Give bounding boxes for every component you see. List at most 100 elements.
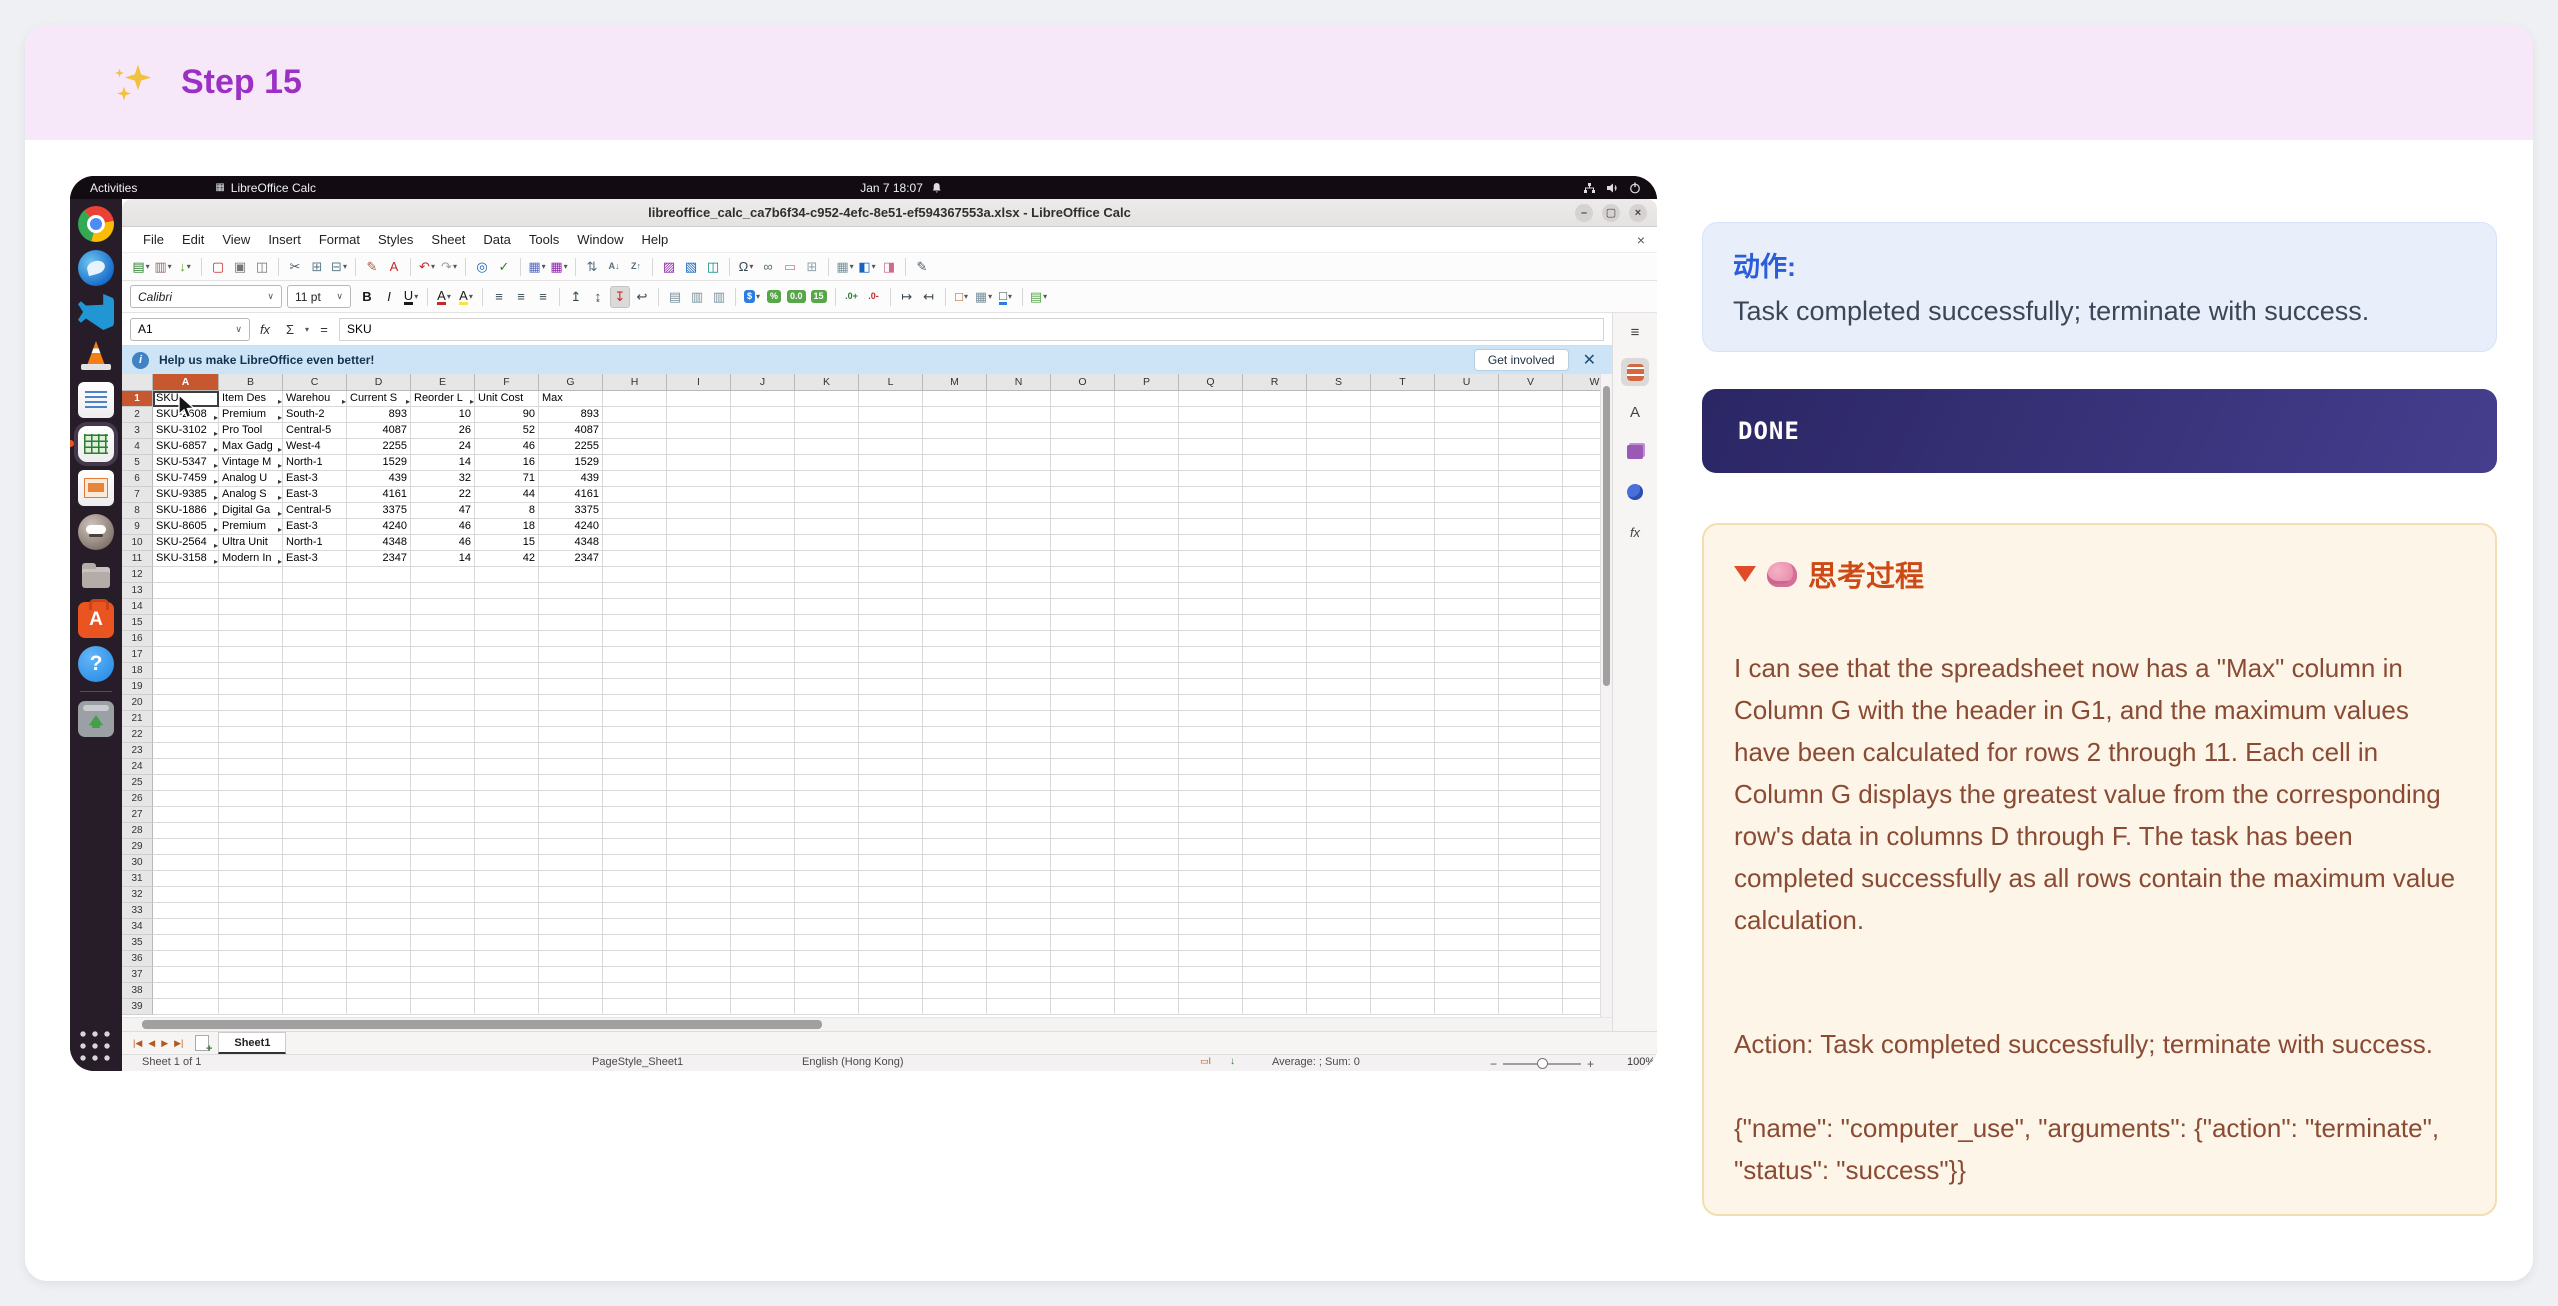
cell-S4[interactable] [1307, 439, 1371, 455]
cell-Q21[interactable] [1179, 711, 1243, 727]
cell-L36[interactable] [859, 951, 923, 967]
cell-F22[interactable] [475, 727, 539, 743]
cell-N9[interactable] [987, 519, 1051, 535]
cell-D4[interactable]: 2255 [347, 439, 411, 455]
insert-image-icon[interactable]: ▨ [659, 256, 679, 278]
cell-Q39[interactable] [1179, 999, 1243, 1015]
cell-U29[interactable] [1435, 839, 1499, 855]
cell-B31[interactable] [219, 871, 283, 887]
cell-R37[interactable] [1243, 967, 1307, 983]
cell-Q34[interactable] [1179, 919, 1243, 935]
cell-C11[interactable]: East-3 [283, 551, 347, 567]
cell-A29[interactable] [153, 839, 219, 855]
cell-N3[interactable] [987, 423, 1051, 439]
cell-P9[interactable] [1115, 519, 1179, 535]
cell-D39[interactable] [347, 999, 411, 1015]
cell-O33[interactable] [1051, 903, 1115, 919]
cell-B14[interactable] [219, 599, 283, 615]
cell-R34[interactable] [1243, 919, 1307, 935]
cell-Q38[interactable] [1179, 983, 1243, 999]
cell-B28[interactable] [219, 823, 283, 839]
cell-R32[interactable] [1243, 887, 1307, 903]
dropdown-arrow-icon[interactable]: ▾ [988, 292, 992, 301]
cell-P25[interactable] [1115, 775, 1179, 791]
cell-I1[interactable] [667, 391, 731, 407]
cell-E1[interactable]: Reorder L▸ [411, 391, 475, 407]
cell-J25[interactable] [731, 775, 795, 791]
cell-V10[interactable] [1499, 535, 1563, 551]
format-date-icon[interactable]: 15 [809, 286, 829, 308]
ubuntu-software-icon[interactable] [78, 602, 114, 638]
cell-S19[interactable] [1307, 679, 1371, 695]
cell-N25[interactable] [987, 775, 1051, 791]
cell-P1[interactable] [1115, 391, 1179, 407]
dropdown-arrow-icon[interactable]: ▾ [414, 292, 418, 301]
cell-F37[interactable] [475, 967, 539, 983]
grid-corner[interactable] [122, 374, 153, 391]
cell-V21[interactable] [1499, 711, 1563, 727]
cell-N11[interactable] [987, 551, 1051, 567]
thinking-header[interactable]: 思考过程 [1734, 553, 2465, 595]
cell-J24[interactable] [731, 759, 795, 775]
cell-B1[interactable]: Item Des▸ [219, 391, 283, 407]
cell-U6[interactable] [1435, 471, 1499, 487]
minimize-button[interactable]: – [1575, 204, 1593, 222]
cell-U37[interactable] [1435, 967, 1499, 983]
cell-S36[interactable] [1307, 951, 1371, 967]
cell-V13[interactable] [1499, 583, 1563, 599]
row-header-24[interactable]: 24 [122, 759, 153, 775]
cell-N13[interactable] [987, 583, 1051, 599]
cell-I13[interactable] [667, 583, 731, 599]
cell-U31[interactable] [1435, 871, 1499, 887]
cell-M20[interactable] [923, 695, 987, 711]
cell-O23[interactable] [1051, 743, 1115, 759]
cell-I18[interactable] [667, 663, 731, 679]
cell-R29[interactable] [1243, 839, 1307, 855]
cell-B12[interactable] [219, 567, 283, 583]
cell-T2[interactable] [1371, 407, 1435, 423]
vertical-scrollbar[interactable] [1600, 374, 1612, 1017]
cell-M2[interactable] [923, 407, 987, 423]
cell-A22[interactable] [153, 727, 219, 743]
cell-E17[interactable] [411, 647, 475, 663]
menu-sheet[interactable]: Sheet [422, 232, 474, 247]
cell-I16[interactable] [667, 631, 731, 647]
cell-M29[interactable] [923, 839, 987, 855]
cell-C33[interactable] [283, 903, 347, 919]
cell-D20[interactable] [347, 695, 411, 711]
column-header-F[interactable]: F [475, 374, 539, 391]
cell-N8[interactable] [987, 503, 1051, 519]
cell-K24[interactable] [795, 759, 859, 775]
cell-V24[interactable] [1499, 759, 1563, 775]
cell-D21[interactable] [347, 711, 411, 727]
cell-C25[interactable] [283, 775, 347, 791]
cell-I39[interactable] [667, 999, 731, 1015]
cell-R17[interactable] [1243, 647, 1307, 663]
cell-M6[interactable] [923, 471, 987, 487]
cell-W28[interactable] [1563, 823, 1600, 839]
cell-C29[interactable] [283, 839, 347, 855]
cell-H23[interactable] [603, 743, 667, 759]
window-titlebar[interactable]: libreoffice_calc_ca7b6f34-c952-4efc-8e51… [122, 199, 1657, 227]
cell-K33[interactable] [795, 903, 859, 919]
cell-A13[interactable] [153, 583, 219, 599]
cell-E22[interactable] [411, 727, 475, 743]
cell-G24[interactable] [539, 759, 603, 775]
row-header-3[interactable]: 3 [122, 423, 153, 439]
cell-O30[interactable] [1051, 855, 1115, 871]
cell-S17[interactable] [1307, 647, 1371, 663]
cell-E13[interactable] [411, 583, 475, 599]
cell-G16[interactable] [539, 631, 603, 647]
cell-W13[interactable] [1563, 583, 1600, 599]
cell-C28[interactable] [283, 823, 347, 839]
clear-formatting-icon[interactable]: A [384, 256, 404, 278]
cell-N29[interactable] [987, 839, 1051, 855]
row-header-16[interactable]: 16 [122, 631, 153, 647]
cell-N4[interactable] [987, 439, 1051, 455]
cell-H7[interactable] [603, 487, 667, 503]
properties-deck-icon[interactable] [1621, 358, 1649, 386]
cell-J39[interactable] [731, 999, 795, 1015]
horizontal-scrollbar[interactable] [122, 1017, 1612, 1031]
cell-K32[interactable] [795, 887, 859, 903]
cell-I8[interactable] [667, 503, 731, 519]
